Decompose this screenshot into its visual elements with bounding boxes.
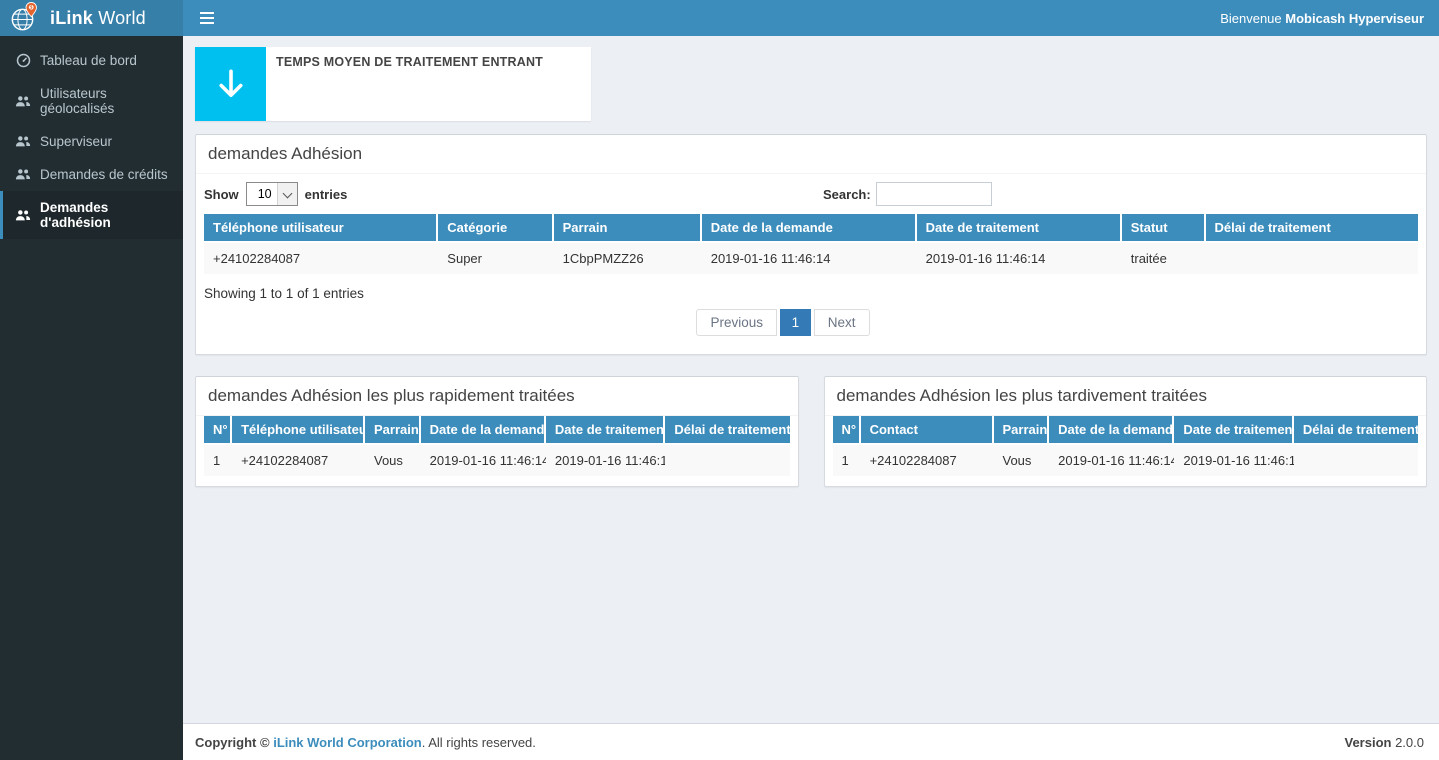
main-content: TEMPS MOYEN DE TRAITEMENT ENTRANT demand… [183, 36, 1439, 723]
column-header[interactable]: Délai de traitement [1206, 214, 1418, 243]
panel-title: demandes Adhésion les plus tardivement t… [837, 386, 1415, 406]
cell-num: 1 [204, 445, 232, 476]
cell-delai [665, 445, 789, 476]
pagination: Previous 1 Next [204, 301, 1362, 354]
cell-contact: +24102284087 [861, 445, 994, 476]
user-menu[interactable]: Bienvenue Mobicash Hyperviseur [1220, 11, 1424, 26]
table-row: 1 +24102284087 Vous 2019-01-16 11:46:14 … [204, 445, 790, 476]
users-icon [15, 94, 31, 109]
svg-text:$: $ [30, 4, 33, 9]
sidebar: Tableau de bord Utilisateurs géolocalisé… [0, 36, 183, 760]
cell-parrain: Vous [365, 445, 421, 476]
latest-processed-table: N° Contact Parrain Date de la demande Da… [833, 416, 1419, 476]
column-header[interactable]: Catégorie [438, 214, 553, 243]
app-title: iLink World [50, 8, 146, 29]
cell-num: 1 [833, 445, 861, 476]
column-header[interactable]: N° [204, 416, 232, 445]
users-icon [15, 208, 31, 223]
column-header[interactable]: Date de la demande [421, 416, 546, 445]
show-label: Show [204, 187, 239, 202]
sidebar-toggle-button[interactable] [198, 0, 228, 36]
navbar: Bienvenue Mobicash Hyperviseur [183, 0, 1439, 36]
cell-date-traitement: 2019-01-16 11:46:14 [917, 243, 1122, 274]
users-icon [15, 134, 31, 149]
column-header[interactable]: Date de traitement [917, 214, 1122, 243]
sidebar-item-demandes-de-credits[interactable]: Demandes de crédits [0, 158, 183, 191]
users-icon [15, 167, 31, 182]
search-label: Search: [823, 187, 871, 202]
fastest-processed-table: N° Téléphone utilisateur Parrain Date de… [204, 416, 790, 476]
column-header[interactable]: Délai de traitement [1294, 416, 1418, 445]
column-header[interactable]: Téléphone utilisateur [232, 416, 365, 445]
column-header[interactable]: Date de traitement [546, 416, 665, 445]
table-row: +24102284087 Super 1CbpPMZZ26 2019-01-16… [204, 243, 1418, 274]
column-header[interactable]: Contact [861, 416, 994, 445]
sidebar-item-label: Utilisateurs géolocalisés [40, 86, 169, 116]
table-row: 1 +24102284087 Vous 2019-01-16 11:46:14 … [833, 445, 1419, 476]
info-box-temps-moyen: TEMPS MOYEN DE TRAITEMENT ENTRANT [195, 47, 591, 121]
column-header[interactable]: Téléphone utilisateur [204, 214, 438, 243]
sidebar-item-demandes-d-adhesion[interactable]: Demandes d'adhésion [0, 191, 183, 239]
column-header[interactable]: Date de la demande [702, 214, 917, 243]
sidebar-item-label: Superviseur [40, 134, 112, 149]
cell-date-demande: 2019-01-16 11:46:14 [1049, 445, 1174, 476]
next-page-button[interactable]: Next [814, 309, 870, 336]
page-length-select[interactable]: 10 [246, 182, 298, 206]
sidebar-item-label: Demandes de crédits [40, 167, 168, 182]
cell-date-demande: 2019-01-16 11:46:14 [702, 243, 917, 274]
page-1-button[interactable]: 1 [780, 309, 812, 336]
cell-date-traitement: 2019-01-16 11:46:14 [546, 445, 665, 476]
sidebar-item-label: Demandes d'adhésion [40, 200, 169, 230]
column-header[interactable]: Délai de traitement [665, 416, 789, 445]
demandes-adhesion-table: Téléphone utilisateur Catégorie Parrain … [204, 214, 1418, 274]
sidebar-item-superviseur[interactable]: Superviseur [0, 125, 183, 158]
top-bar: $ iLink World Bienvenue Mobicash Hypervi… [0, 0, 1439, 36]
info-box-label: TEMPS MOYEN DE TRAITEMENT ENTRANT [276, 55, 581, 69]
demandes-adhesion-panel: demandes Adhésion Show 10 entries Search… [195, 134, 1427, 355]
panel-title: demandes Adhésion [208, 144, 1414, 164]
search-input[interactable] [876, 182, 992, 206]
cell-delai [1294, 445, 1418, 476]
column-header[interactable]: N° [833, 416, 861, 445]
company-link[interactable]: iLink World Corporation [273, 735, 422, 750]
column-header[interactable]: Date de traitement [1174, 416, 1293, 445]
column-header[interactable]: Parrain [365, 416, 421, 445]
version-text: Version 2.0.0 [1344, 735, 1424, 750]
cell-date-demande: 2019-01-16 11:46:14 [421, 445, 546, 476]
cell-parrain: Vous [994, 445, 1050, 476]
cell-date-traitement: 2019-01-16 11:46:14 [1174, 445, 1293, 476]
cell-delai [1206, 243, 1418, 274]
column-header[interactable]: Parrain [994, 416, 1050, 445]
column-header[interactable]: Parrain [554, 214, 702, 243]
sidebar-item-utilisateurs-geolocalises[interactable]: Utilisateurs géolocalisés [0, 77, 183, 125]
copyright-text: Copyright © iLink World Corporation. All… [195, 735, 536, 750]
sidebar-item-label: Tableau de bord [40, 53, 137, 68]
arrow-down-icon [195, 47, 266, 121]
fastest-processed-panel: demandes Adhésion les plus rapidement tr… [195, 376, 799, 487]
globe-pin-logo-icon: $ [10, 1, 40, 36]
column-header[interactable]: Statut [1122, 214, 1206, 243]
sidebar-item-tableau-de-bord[interactable]: Tableau de bord [0, 44, 183, 77]
tachometer-icon [15, 53, 31, 68]
previous-page-button[interactable]: Previous [696, 309, 777, 336]
brand-logo-area[interactable]: $ iLink World [0, 0, 183, 36]
column-header[interactable]: Date de la demande [1049, 416, 1174, 445]
cell-parrain: 1CbpPMZZ26 [554, 243, 702, 274]
panel-title: demandes Adhésion les plus rapidement tr… [208, 386, 786, 406]
latest-processed-panel: demandes Adhésion les plus tardivement t… [824, 376, 1428, 487]
cell-telephone: +24102284087 [232, 445, 365, 476]
cell-statut: traitée [1122, 243, 1206, 274]
cell-telephone: +24102284087 [204, 243, 438, 274]
table-summary: Showing 1 to 1 of 1 entries [204, 286, 1418, 301]
page-footer: Copyright © iLink World Corporation. All… [183, 723, 1439, 760]
entries-label: entries [305, 187, 348, 202]
cell-categorie: Super [438, 243, 553, 274]
